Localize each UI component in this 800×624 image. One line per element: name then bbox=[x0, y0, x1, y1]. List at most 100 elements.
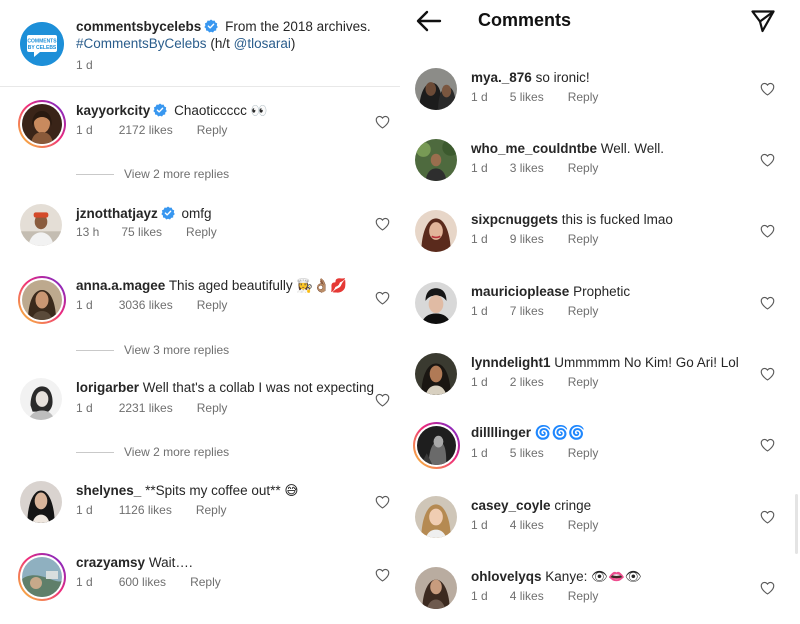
comment-body: cringe bbox=[554, 498, 592, 513]
reply-button[interactable]: Reply bbox=[568, 232, 599, 246]
arrow-left-icon[interactable] bbox=[416, 10, 442, 32]
comment-likes[interactable]: 4 likes bbox=[510, 518, 544, 532]
comment-likes[interactable]: 5 likes bbox=[510, 90, 544, 104]
avatar[interactable] bbox=[415, 496, 457, 538]
comment-likes[interactable]: 600 likes bbox=[119, 575, 166, 589]
avatar[interactable] bbox=[20, 481, 62, 523]
comment-username[interactable]: mauricioplease bbox=[471, 284, 569, 299]
caption-hashtag[interactable]: #CommentsByCelebs bbox=[76, 36, 207, 51]
paper-plane-icon[interactable] bbox=[750, 8, 776, 34]
caption-credit-user[interactable]: @tlosarai bbox=[234, 36, 291, 51]
comment-jznotthatjayz: jznotthatjayz omfg 13 h 75 likes Reply bbox=[18, 204, 400, 260]
heart-outline-icon[interactable] bbox=[375, 393, 390, 407]
comment-username[interactable]: crazyamsy bbox=[76, 555, 145, 570]
comment-username[interactable]: who_me_couldntbe bbox=[471, 141, 597, 156]
comment-likes[interactable]: 3 likes bbox=[510, 161, 544, 175]
reply-button[interactable]: Reply bbox=[190, 575, 221, 589]
reply-button[interactable]: Reply bbox=[568, 446, 599, 460]
comment-username[interactable]: jznotthatjayz bbox=[76, 206, 158, 221]
comment-likes[interactable]: 2 likes bbox=[510, 375, 544, 389]
reply-button[interactable]: Reply bbox=[197, 123, 228, 137]
comment-time: 13 h bbox=[76, 225, 100, 239]
comment-username[interactable]: casey_coyle bbox=[471, 498, 551, 513]
comment-username[interactable]: ohlovelyqs bbox=[471, 569, 542, 584]
reply-button[interactable]: Reply bbox=[186, 225, 217, 239]
avatar[interactable] bbox=[20, 204, 62, 246]
avatar[interactable] bbox=[415, 68, 457, 110]
view-more-label[interactable]: View 2 more replies bbox=[124, 167, 229, 181]
comment-text: sixpcnuggets this is fucked lmao bbox=[471, 211, 673, 228]
view-more-replies[interactable]: View 2 more replies bbox=[76, 445, 229, 459]
reply-button[interactable]: Reply bbox=[568, 90, 599, 104]
heart-outline-icon[interactable] bbox=[760, 581, 775, 595]
view-more-replies[interactable]: View 2 more replies bbox=[76, 167, 229, 181]
comment-meta: 1 d 1126 likes Reply bbox=[76, 503, 227, 517]
avatar[interactable] bbox=[18, 100, 66, 148]
avatar[interactable] bbox=[415, 282, 457, 324]
comment-username[interactable]: sixpcnuggets bbox=[471, 212, 558, 227]
comment-username[interactable]: lorigarber bbox=[76, 380, 139, 395]
comment-meta: 13 h 75 likes Reply bbox=[76, 225, 217, 239]
comment-meta: 1 d 2 likes Reply bbox=[471, 375, 598, 389]
comment-likes[interactable]: 75 likes bbox=[121, 225, 162, 239]
reply-button[interactable]: Reply bbox=[568, 375, 599, 389]
comment-likes[interactable]: 3036 likes bbox=[119, 298, 173, 312]
left-comments-panel: COMMENTS BY CELEBS commentsbycelebs From… bbox=[0, 0, 400, 624]
caption-timestamp: 1 d bbox=[76, 58, 93, 72]
comment-likes[interactable]: 2172 likes bbox=[119, 123, 173, 137]
heart-outline-icon[interactable] bbox=[760, 438, 775, 452]
heart-outline-icon[interactable] bbox=[760, 224, 775, 238]
reply-button[interactable]: Reply bbox=[197, 298, 228, 312]
heart-outline-icon[interactable] bbox=[375, 495, 390, 509]
comment-shelynes: shelynes_ **Spits my coffee out** 😅 1 d1… bbox=[18, 481, 400, 537]
heart-outline-icon[interactable] bbox=[375, 217, 390, 231]
comment-emoji: 🌀🌀🌀 bbox=[534, 425, 586, 440]
avatar[interactable] bbox=[413, 422, 460, 469]
avatar[interactable] bbox=[18, 276, 66, 324]
avatar[interactable] bbox=[415, 353, 457, 395]
comment-casey-coyle: casey_coyle cringe 1 d 4 likes Reply bbox=[415, 496, 800, 552]
comment-username[interactable]: mya._876 bbox=[471, 70, 532, 85]
reply-button[interactable]: Reply bbox=[568, 518, 599, 532]
heart-outline-icon[interactable] bbox=[760, 367, 775, 381]
caption-avatar[interactable]: COMMENTS BY CELEBS bbox=[20, 22, 64, 66]
avatar[interactable] bbox=[415, 139, 457, 181]
comment-body: Well. Well. bbox=[600, 141, 665, 156]
caption-username[interactable]: commentsbycelebs bbox=[76, 19, 201, 34]
avatar[interactable] bbox=[20, 378, 62, 420]
heart-outline-icon[interactable] bbox=[760, 153, 775, 167]
heart-outline-icon[interactable] bbox=[375, 115, 390, 129]
reply-button[interactable]: Reply bbox=[197, 401, 228, 415]
comment-username[interactable]: anna.a.magee bbox=[76, 278, 165, 293]
reply-button[interactable]: Reply bbox=[196, 503, 227, 517]
view-more-line bbox=[76, 174, 114, 176]
comment-likes[interactable]: 5 likes bbox=[510, 446, 544, 460]
avatar[interactable] bbox=[415, 567, 457, 609]
heart-outline-icon[interactable] bbox=[375, 568, 390, 582]
comment-username[interactable]: kayyorkcity bbox=[76, 103, 150, 118]
view-more-replies[interactable]: View 3 more replies bbox=[76, 343, 229, 357]
comment-likes[interactable]: 4 likes bbox=[510, 589, 544, 603]
view-more-label[interactable]: View 2 more replies bbox=[124, 445, 229, 459]
view-more-label[interactable]: View 3 more replies bbox=[124, 343, 229, 357]
comment-mya-876: mya._876 so ironic! 1 d 5 likes Reply bbox=[415, 68, 800, 124]
comment-likes[interactable]: 9 likes bbox=[510, 232, 544, 246]
heart-outline-icon[interactable] bbox=[760, 510, 775, 524]
reply-button[interactable]: Reply bbox=[568, 589, 599, 603]
avatar[interactable] bbox=[18, 553, 66, 601]
comment-likes[interactable]: 2231 likes bbox=[119, 401, 173, 415]
comment-text: lorigarber Well that's a collab I was no… bbox=[76, 379, 374, 396]
reply-button[interactable]: Reply bbox=[568, 304, 599, 318]
comment-username[interactable]: dillllinger bbox=[471, 425, 531, 440]
heart-outline-icon[interactable] bbox=[760, 296, 775, 310]
reply-button[interactable]: Reply bbox=[568, 161, 599, 175]
heart-outline-icon[interactable] bbox=[375, 291, 390, 305]
comment-emoji: 👀 bbox=[250, 103, 268, 118]
heart-outline-icon[interactable] bbox=[760, 82, 775, 96]
comment-username[interactable]: lynndelight1 bbox=[471, 355, 551, 370]
avatar[interactable] bbox=[415, 210, 457, 252]
comment-username[interactable]: shelynes_ bbox=[76, 483, 141, 498]
scrollbar[interactable] bbox=[795, 494, 798, 554]
comment-likes[interactable]: 7 likes bbox=[510, 304, 544, 318]
comment-likes[interactable]: 1126 likes bbox=[119, 503, 172, 517]
